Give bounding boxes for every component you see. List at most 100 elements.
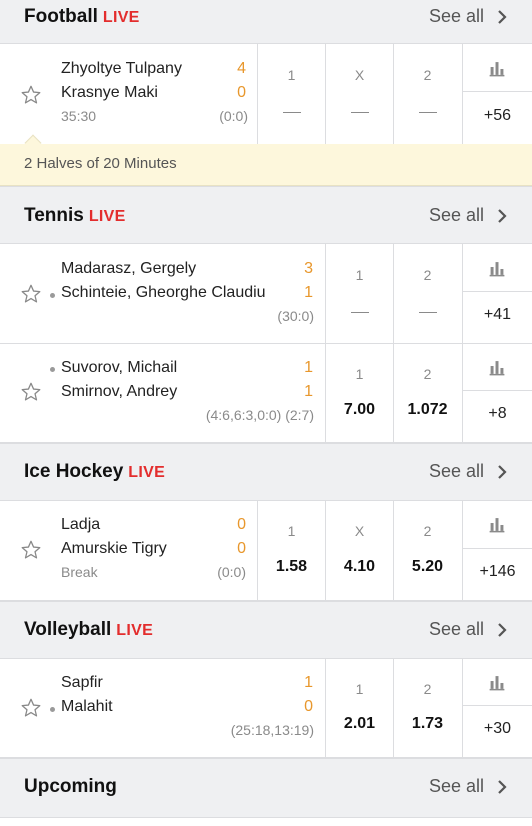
- team-home: Ladja: [61, 516, 101, 533]
- odd-button-1[interactable]: 1 1.58: [257, 501, 325, 601]
- odd-value: 2.01: [343, 715, 376, 732]
- star-icon[interactable]: [20, 697, 42, 719]
- match-row[interactable]: Zhyoltye Tulpany 4 Krasnye Maki 0 35:30 …: [0, 44, 532, 144]
- match-period-score: (4:6,6:3,0:0) (2:7): [205, 407, 314, 423]
- chevron-right-icon: [498, 9, 507, 24]
- odd-button-1[interactable]: 1: [257, 44, 325, 144]
- more-markets[interactable]: +41: [462, 244, 532, 344]
- odd-button-x[interactable]: X 4.10: [325, 501, 393, 601]
- score-away: 1: [304, 284, 313, 301]
- odd-button-2[interactable]: 2 5.20: [393, 501, 461, 601]
- see-all-football-button[interactable]: See all: [429, 6, 510, 27]
- odd-label: 2: [423, 267, 432, 283]
- odd-value: 5.20: [411, 558, 444, 575]
- match-period-score: (0:0): [219, 108, 248, 124]
- section-title-text: Ice Hockey: [24, 461, 124, 482]
- match-time: Break: [61, 564, 98, 580]
- section-title-text: Upcoming: [24, 776, 117, 797]
- more-markets-count: +8: [488, 405, 507, 422]
- score-home: 1: [304, 674, 313, 691]
- odd-button-2[interactable]: 2 1.072: [393, 344, 461, 443]
- divider: [463, 548, 532, 549]
- odd-unavailable-dash: [418, 112, 437, 113]
- match-row[interactable]: Ladja 0 Amurskie Tigry 0 Break (0:0) 1 1…: [0, 501, 532, 601]
- odd-value: 1.73: [411, 715, 444, 732]
- odd-label: X: [354, 67, 365, 83]
- match-row[interactable]: Suvorov, Michail 1 Smirnov, Andrey 1 (4:…: [0, 344, 532, 443]
- see-all-label: See all: [428, 205, 484, 225]
- team-away: Malahit: [61, 698, 113, 715]
- more-markets[interactable]: +146: [462, 501, 532, 601]
- odd-unavailable-dash: [350, 312, 369, 313]
- odd-unavailable-dash: [350, 112, 369, 113]
- chevron-right-icon: [498, 208, 507, 223]
- see-all-label: See all: [428, 461, 484, 481]
- star-icon[interactable]: [20, 283, 42, 305]
- odd-button-2[interactable]: 2: [393, 44, 461, 144]
- odd-unavailable-dash: [282, 112, 301, 113]
- score-away: 0: [237, 84, 246, 101]
- team-away: Smirnov, Andrey: [61, 383, 178, 400]
- team-home: Sapfir: [61, 674, 103, 691]
- section-title-text: Tennis: [24, 205, 84, 226]
- match-info-text: 2 Halves of 20 Minutes: [24, 155, 177, 172]
- stats-icon[interactable]: [463, 515, 532, 533]
- odd-label: 1: [355, 267, 364, 283]
- match-period-score: (0:0): [217, 564, 246, 580]
- stats-icon[interactable]: [463, 673, 532, 691]
- team-home: Madarasz, Gergely: [61, 260, 197, 277]
- section-header-ice-hockey: Ice Hockey LIVE See all: [0, 443, 532, 501]
- odd-label: 2: [423, 67, 432, 83]
- team-away: Amurskie Tigry: [61, 540, 167, 557]
- chevron-right-icon: [498, 464, 507, 479]
- stats-icon[interactable]: [463, 259, 532, 277]
- more-markets[interactable]: +8: [462, 344, 532, 443]
- section-header-upcoming: Upcoming See all: [0, 758, 532, 818]
- odd-value: 1.58: [275, 558, 308, 575]
- live-badge: LIVE: [102, 9, 140, 26]
- see-all-upcoming-button[interactable]: See all: [429, 776, 510, 797]
- team-home: Zhyoltye Tulpany: [61, 60, 182, 77]
- score-away: 0: [304, 698, 313, 715]
- odd-button-1[interactable]: 1 7.00: [325, 344, 393, 443]
- odd-value: 4.10: [343, 558, 376, 575]
- stats-icon[interactable]: [463, 358, 532, 376]
- serve-indicator: [50, 707, 55, 712]
- score-home: 3: [304, 260, 313, 277]
- score-away: 0: [237, 540, 246, 557]
- section-header-football: Football LIVE See all: [0, 0, 532, 44]
- more-markets[interactable]: +56: [462, 44, 532, 144]
- star-icon[interactable]: [20, 84, 42, 106]
- live-badge: LIVE: [88, 208, 126, 225]
- score-away: 1: [304, 383, 313, 400]
- odd-button-x[interactable]: X: [325, 44, 393, 144]
- odd-label: 1: [287, 523, 296, 539]
- live-badge: LIVE: [116, 622, 154, 639]
- odd-button-2[interactable]: 2 1.73: [393, 659, 461, 758]
- team-away: Krasnye Maki: [61, 84, 158, 101]
- more-markets-count: +41: [483, 306, 512, 323]
- score-home: 4: [237, 60, 246, 77]
- odd-button-2[interactable]: 2: [393, 244, 461, 344]
- divider: [463, 390, 532, 391]
- match-row[interactable]: Sapfir 1 Malahit 0 (25:18,13:19) 1 2.01 …: [0, 659, 532, 758]
- see-all-tennis-button[interactable]: See all: [429, 205, 510, 226]
- section-title-volleyball: Volleyball LIVE: [24, 619, 153, 641]
- odd-value: 7.00: [343, 401, 376, 418]
- match-row[interactable]: Madarasz, Gergely 3 Schinteie, Gheorghe …: [0, 244, 532, 344]
- star-icon[interactable]: [20, 539, 42, 561]
- star-icon[interactable]: [20, 381, 42, 403]
- odd-label: 2: [423, 366, 432, 382]
- section-header-tennis: Tennis LIVE See all: [0, 186, 532, 244]
- odd-button-1[interactable]: 1 2.01: [325, 659, 393, 758]
- match-period-score: (30:0): [277, 308, 314, 324]
- stats-icon[interactable]: [463, 59, 532, 77]
- odd-label: 2: [423, 681, 432, 697]
- see-all-ice-hockey-button[interactable]: See all: [429, 461, 510, 482]
- match-info-banner: 2 Halves of 20 Minutes: [0, 134, 532, 186]
- odd-button-1[interactable]: 1: [325, 244, 393, 344]
- section-title-text: Volleyball: [24, 619, 112, 640]
- more-markets[interactable]: +30: [462, 659, 532, 758]
- more-markets-count: +30: [483, 720, 512, 737]
- see-all-volleyball-button[interactable]: See all: [429, 619, 510, 640]
